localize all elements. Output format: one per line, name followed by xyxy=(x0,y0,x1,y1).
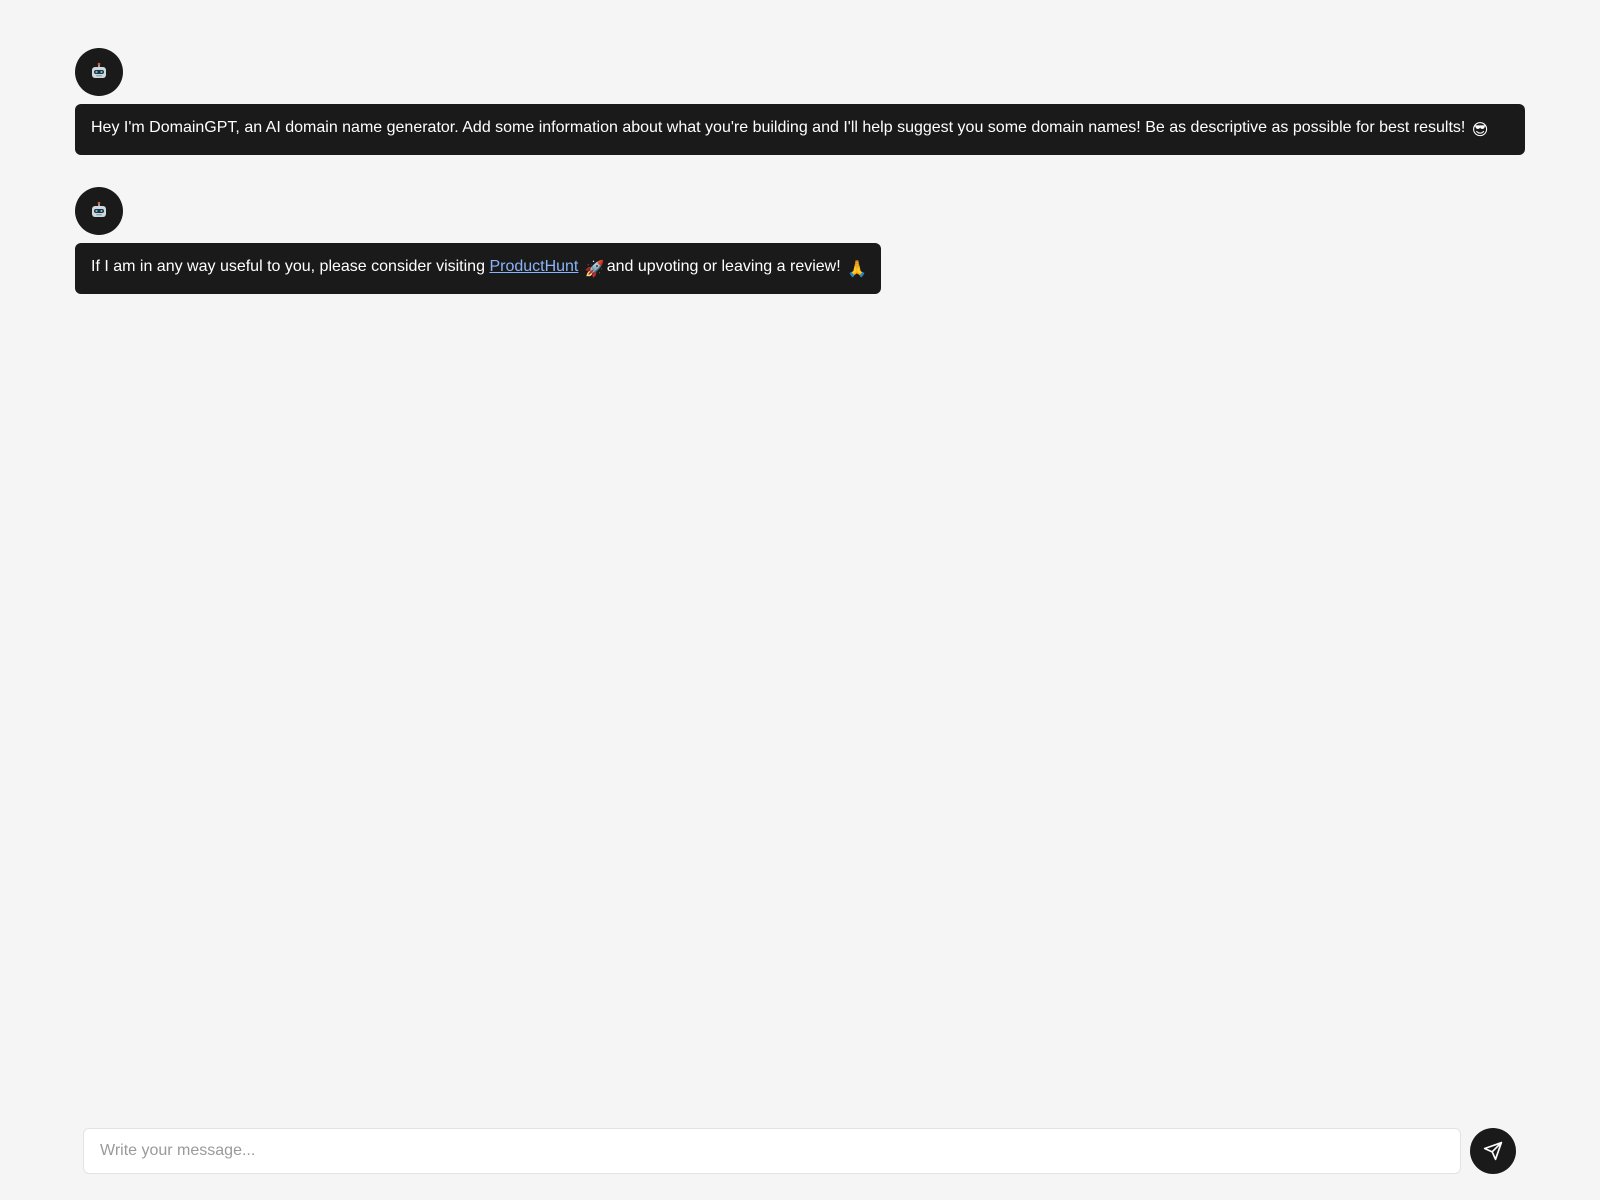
send-icon xyxy=(1483,1141,1503,1161)
chat-thread: Hey I'm DomainGPT, an AI domain name gen… xyxy=(75,48,1525,326)
message-2: If I am in any way useful to you, please… xyxy=(75,187,1525,294)
message-bubble: If I am in any way useful to you, please… xyxy=(75,243,882,294)
message-text-before-link: If I am in any way useful to you, please… xyxy=(91,258,485,275)
message-bubble: Hey I'm DomainGPT, an AI domain name gen… xyxy=(75,104,1525,155)
message-text: Hey I'm DomainGPT, an AI domain name gen… xyxy=(91,119,1466,136)
producthunt-link[interactable]: ProductHunt xyxy=(489,258,578,275)
message-input[interactable] xyxy=(83,1128,1461,1174)
robot-icon xyxy=(92,201,106,217)
bot-avatar xyxy=(75,48,123,96)
robot-icon xyxy=(92,62,106,78)
folded-hands-emoji: 🙏 xyxy=(847,261,868,278)
rocket-emoji: 🚀 xyxy=(584,261,605,278)
bot-avatar xyxy=(75,187,123,235)
sunglasses-emoji: 😎 xyxy=(1471,122,1489,139)
message-text-after-link: and upvoting or leaving a review! xyxy=(606,258,841,275)
message-1: Hey I'm DomainGPT, an AI domain name gen… xyxy=(75,48,1525,155)
message-composer xyxy=(83,1128,1516,1176)
send-button[interactable] xyxy=(1470,1128,1516,1174)
